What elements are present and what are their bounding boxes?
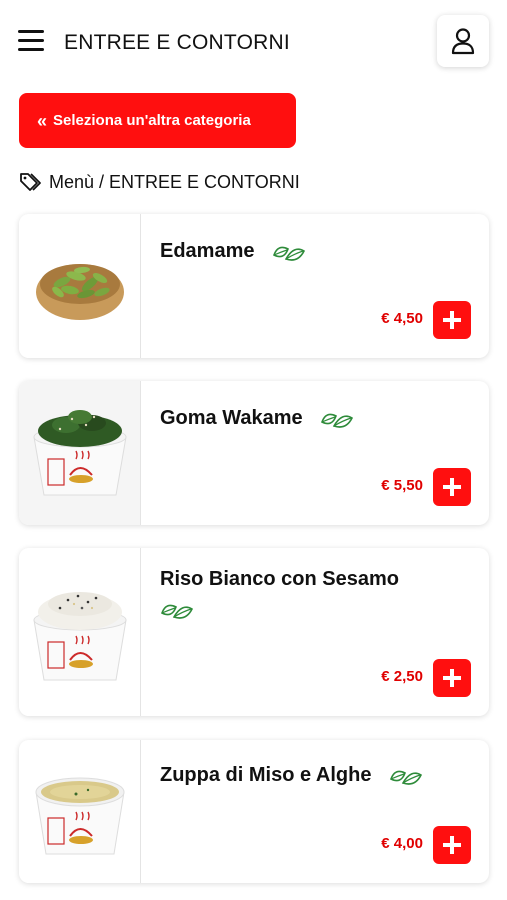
edamame-bowl-image xyxy=(35,264,124,320)
product-price: € 4,00 xyxy=(381,835,423,852)
page-title: ENTREE E CONTORNI xyxy=(64,31,290,54)
product-name-row: Riso Bianco con Sesamo xyxy=(160,568,399,591)
add-to-cart-button[interactable] xyxy=(433,659,471,697)
plus-icon xyxy=(443,311,461,329)
seaweed-salad-cup-image xyxy=(32,410,127,496)
plus-icon xyxy=(443,478,461,496)
plus-icon xyxy=(443,669,461,687)
add-to-cart-button[interactable] xyxy=(433,826,471,864)
white-rice-cup-image xyxy=(32,592,127,681)
add-to-cart-button[interactable] xyxy=(433,301,471,339)
plus-icon xyxy=(443,836,461,854)
select-category-button[interactable]: « Seleziona un'altra categoria xyxy=(19,93,296,148)
product-price: € 5,50 xyxy=(381,477,423,494)
hamburger-menu-icon[interactable] xyxy=(18,30,44,52)
top-bar: ENTREE E CONTORNI xyxy=(0,0,507,84)
product-name: Goma Wakame xyxy=(160,407,303,429)
double-chevron-left-icon: « xyxy=(37,110,48,131)
product-card[interactable]: Edamame € 4,50 xyxy=(19,214,489,358)
product-name-row: Zuppa di Miso e Alghe xyxy=(160,764,423,787)
user-icon xyxy=(451,28,475,55)
product-name: Zuppa di Miso e Alghe xyxy=(160,764,372,786)
product-image xyxy=(19,214,141,358)
product-price: € 2,50 xyxy=(381,668,423,685)
product-name: Edamame xyxy=(160,240,255,262)
vegetarian-leaf-icon xyxy=(161,604,194,619)
select-category-label: Seleziona un'altra categoria xyxy=(53,112,251,129)
vegetarian-leaf-icon xyxy=(390,770,423,785)
product-card[interactable]: Riso Bianco con Sesamo € 2,50 xyxy=(19,548,489,716)
product-price: € 4,50 xyxy=(381,310,423,327)
miso-soup-cup-image xyxy=(34,777,125,854)
product-image xyxy=(19,548,141,716)
vegetarian-leaf-icon xyxy=(321,413,354,428)
add-to-cart-button[interactable] xyxy=(433,468,471,506)
product-name: Riso Bianco con Sesamo xyxy=(160,568,399,590)
product-image xyxy=(19,740,141,883)
account-button[interactable] xyxy=(437,15,489,67)
tag-icon xyxy=(20,173,41,191)
product-name-row: Edamame xyxy=(160,240,306,263)
product-card[interactable]: Zuppa di Miso e Alghe € 4,00 xyxy=(19,740,489,883)
vegetarian-leaf-icon xyxy=(273,246,306,261)
breadcrumb-text: Menù / ENTREE E CONTORNI xyxy=(49,171,300,192)
product-name-row: Goma Wakame xyxy=(160,407,354,430)
product-card[interactable]: Goma Wakame € 5,50 xyxy=(19,381,489,525)
product-image xyxy=(19,381,141,525)
breadcrumb: Menù / ENTREE E CONTORNI xyxy=(19,170,300,194)
